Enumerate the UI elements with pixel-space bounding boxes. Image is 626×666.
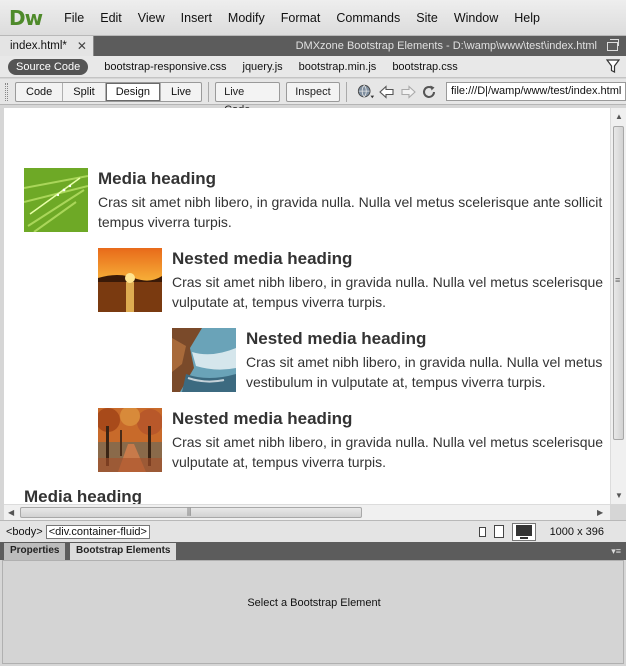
tag-selector-div[interactable]: <div.container-fluid> <box>45 524 150 539</box>
window-size-controls: 1000 x 396 <box>478 522 626 541</box>
tablet-size-icon[interactable] <box>493 525 504 538</box>
inspect-button[interactable]: Inspect <box>286 81 340 102</box>
related-file-link[interactable]: bootstrap-responsive.css <box>96 61 234 73</box>
menu-insert[interactable]: Insert <box>173 11 220 25</box>
grip-icon: ⫼ <box>187 507 192 517</box>
media-text: Cras sit amet nibh libero, in gravida nu… <box>246 352 602 392</box>
media-text-line: vulputate at, tempus viverra turpis. <box>172 454 386 470</box>
source-code-button[interactable]: Source Code <box>8 58 89 75</box>
media-text-line: vestibulum in vulputate at, tempus viver… <box>246 374 546 390</box>
media-text-line: tempus viverra turpis. <box>98 214 232 230</box>
panel-message: Select a Bootstrap Element <box>247 597 381 609</box>
vertical-scroll-thumb[interactable]: ≡ <box>613 126 624 440</box>
menu-window[interactable]: Window <box>446 11 506 25</box>
globe-icon <box>357 84 374 98</box>
refresh-icon[interactable] <box>421 83 438 101</box>
restore-window-icon[interactable] <box>607 38 619 51</box>
menu-help[interactable]: Help <box>506 11 548 25</box>
mobile-size-icon[interactable] <box>478 526 486 537</box>
close-icon[interactable]: ✕ <box>77 39 87 53</box>
menu-edit[interactable]: Edit <box>92 11 130 25</box>
grip-icon: ≡ <box>615 275 621 285</box>
sunset-image <box>98 248 162 312</box>
vertical-scrollbar[interactable]: ▲ ≡ ▼ <box>610 108 626 504</box>
nested-media-item: Nested media heading Cras sit amet nibh … <box>98 248 603 312</box>
live-code-button[interactable]: Live Code <box>215 81 281 116</box>
split-view-button[interactable]: Split <box>63 82 106 101</box>
app-logo: Dw <box>9 5 43 30</box>
media-heading: Media heading <box>98 169 217 188</box>
nested-media-item: Nested media heading Cras sit amet nibh … <box>98 408 603 472</box>
toolbar-separator <box>208 81 210 102</box>
media-text-line: Cras sit amet nibh libero, in gravida nu… <box>172 274 604 290</box>
bootstrap-elements-panel: Select a Bootstrap Element <box>2 560 624 664</box>
scroll-left-icon[interactable]: ◀ <box>8 508 14 517</box>
menu-site[interactable]: Site <box>408 11 446 25</box>
address-input[interactable]: file:///D|/wamp/www/test/index.html <box>445 82 626 101</box>
grass-image <box>24 168 88 232</box>
media-text: Cras sit amet nibh libero, in gravida nu… <box>172 272 603 312</box>
toolbar-separator <box>345 81 347 102</box>
media-text-line: Cras sit amet nibh libero, in gravida nu… <box>98 194 603 210</box>
horizontal-scroll-thumb[interactable]: ⫼ <box>20 507 362 518</box>
related-files-bar: Source Code bootstrap-responsive.css jqu… <box>0 56 626 78</box>
media-body: Nested media heading Cras sit amet nibh … <box>246 328 602 392</box>
media-text-line: Cras sit amet nibh libero, in gravida nu… <box>172 434 604 450</box>
scroll-right-icon[interactable]: ▶ <box>597 508 603 517</box>
filter-icon[interactable] <box>606 59 620 74</box>
scroll-down-icon[interactable]: ▼ <box>615 491 623 500</box>
toolbar-grip[interactable] <box>5 83 8 101</box>
document-tab-label: index.html* <box>10 40 67 52</box>
forward-arrow-icon[interactable] <box>400 83 417 101</box>
media-item: Media heading Cras sit amet nibh libero,… <box>24 168 602 232</box>
panel-header: Properties Bootstrap Elements ▾≡ <box>0 542 626 560</box>
media-text-line: vulputate at, tempus viverra turpis. <box>172 294 386 310</box>
menu-file[interactable]: File <box>56 11 92 25</box>
scroll-up-icon[interactable]: ▲ <box>615 112 623 121</box>
media-body: Nested media heading Cras sit amet nibh … <box>172 248 603 312</box>
media-text-line: Cras sit amet nibh libero, in gravida nu… <box>246 354 603 370</box>
media-body: Media heading Cras sit amet nibh libero,… <box>98 168 602 232</box>
related-file-link[interactable]: bootstrap.css <box>384 61 465 73</box>
design-view-button[interactable]: Design <box>105 82 161 101</box>
design-view[interactable]: Media heading Cras sit amet nibh libero,… <box>4 108 610 504</box>
media-body: Nested media heading Cras sit amet nibh … <box>172 408 603 472</box>
back-arrow-icon[interactable] <box>379 83 396 101</box>
status-bar: <body> <div.container-fluid> 1000 x 396 <box>0 520 626 542</box>
menu-bar: Dw File Edit View Insert Modify Format C… <box>0 0 626 36</box>
menu-format[interactable]: Format <box>273 11 329 25</box>
window-title: DMXzone Bootstrap Elements - D:\wamp\www… <box>295 38 626 52</box>
media-text: Cras sit amet nibh libero, in gravida nu… <box>172 432 603 472</box>
view-switcher: Code Split Design Live <box>15 81 203 102</box>
horizontal-scrollbar[interactable]: ◀ ⫼ ▶ <box>4 504 610 520</box>
window-title-text: DMXzone Bootstrap Elements - D:\wamp\www… <box>295 40 597 52</box>
live-view-button[interactable]: Live <box>161 83 201 101</box>
document-tab[interactable]: index.html* ✕ <box>0 36 94 56</box>
media-text: Cras sit amet nibh libero, in gravida nu… <box>98 192 602 232</box>
tag-selector-body[interactable]: <body> <box>6 526 43 538</box>
browser-preview-icon[interactable] <box>357 83 375 101</box>
tab-bootstrap-elements[interactable]: Bootstrap Elements <box>70 543 177 560</box>
related-file-link[interactable]: jquery.js <box>235 61 291 73</box>
menu-commands[interactable]: Commands <box>328 11 408 25</box>
media-heading: Nested media heading <box>172 409 353 428</box>
media-heading: Media heading <box>24 487 143 504</box>
menu-modify[interactable]: Modify <box>220 11 273 25</box>
tab-properties[interactable]: Properties <box>4 543 66 560</box>
document-tab-strip: index.html* ✕ DMXzone Bootstrap Elements… <box>0 36 626 56</box>
media-heading: Nested media heading <box>246 329 427 348</box>
panel-menu-icon[interactable]: ▾≡ <box>611 546 621 557</box>
window-dimensions[interactable]: 1000 x 396 <box>550 526 604 538</box>
autumn-image <box>98 408 162 472</box>
coast-image <box>172 328 236 392</box>
media-heading: Nested media heading <box>172 249 353 268</box>
code-view-button[interactable]: Code <box>16 82 64 101</box>
related-file-link[interactable]: bootstrap.min.js <box>291 61 385 73</box>
menu-view[interactable]: View <box>130 11 173 25</box>
document-toolbar: Code Split Design Live Live Code Inspect… <box>0 79 626 116</box>
nested-media-item: Nested media heading Cras sit amet nibh … <box>172 328 602 392</box>
desktop-size-icon[interactable] <box>511 522 536 541</box>
